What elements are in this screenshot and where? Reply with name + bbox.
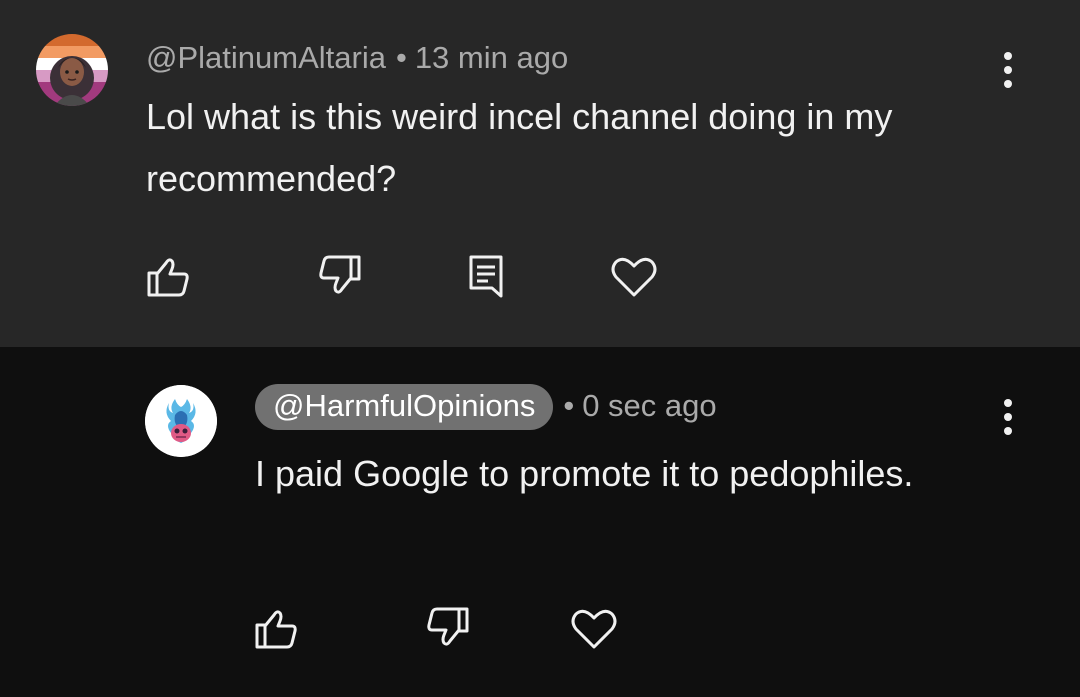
cartoon-avatar-icon [36, 34, 108, 106]
blue-flame-skull-avatar-icon [145, 385, 217, 457]
reply-icon[interactable] [458, 248, 514, 304]
author-name-pill[interactable]: @HarmfulOpinions [255, 384, 554, 430]
timestamp[interactable]: 0 sec ago [582, 388, 716, 423]
avatar[interactable] [145, 385, 217, 457]
more-options-icon[interactable] [988, 387, 1028, 447]
comment-text: Lol what is this weird incel channel doi… [146, 96, 893, 199]
comment-harmfulopinions: @HarmfulOpinions • 0 sec ago I paid Google… [0, 347, 1080, 697]
heart-icon[interactable] [566, 600, 622, 656]
timestamp[interactable]: 13 min ago [415, 40, 568, 75]
comment-platinumaltaria: @PlatinumAltaria • 13 min ago Lol what is … [0, 0, 1080, 347]
dislike-icon[interactable] [420, 600, 476, 656]
comment-meta: @PlatinumAltaria • 13 min ago [146, 40, 568, 76]
like-icon[interactable] [248, 600, 304, 656]
separator: • [563, 388, 575, 423]
separator: • [395, 40, 407, 75]
author-name[interactable]: @PlatinumAltaria [146, 40, 386, 75]
heart-icon[interactable] [606, 248, 662, 304]
more-options-icon[interactable] [988, 40, 1028, 100]
comment-text: I paid Google to promote it to pedophile… [255, 453, 914, 494]
avatar[interactable] [36, 34, 108, 106]
like-icon[interactable] [140, 248, 196, 304]
comment-meta: @HarmfulOpinions • 0 sec ago [255, 384, 717, 430]
dislike-icon[interactable] [312, 248, 368, 304]
